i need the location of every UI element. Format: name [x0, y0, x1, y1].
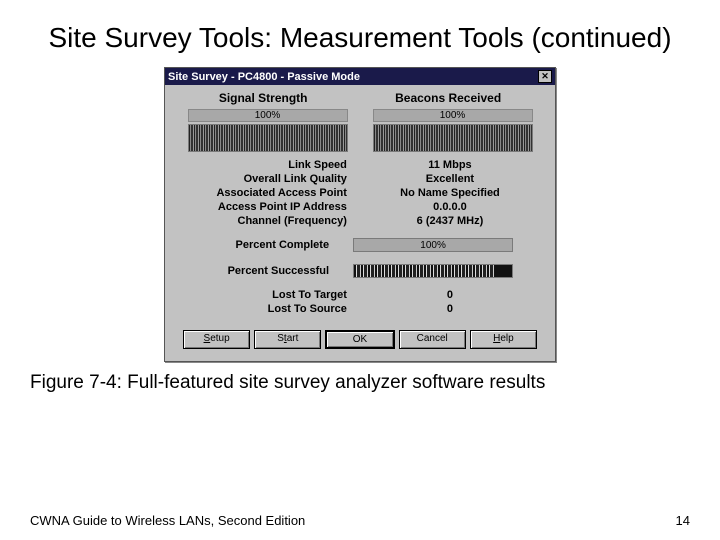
help-button[interactable]: Help	[470, 330, 537, 349]
link-speed-value: 11 Mbps	[367, 159, 533, 171]
lost-source-label: Lost To Source	[187, 303, 367, 315]
cancel-button[interactable]: Cancel	[399, 330, 466, 349]
close-icon[interactable]: ✕	[538, 70, 552, 83]
ap-ip-value: 0.0.0.0	[367, 201, 533, 213]
beacons-received-pct: 100%	[373, 109, 533, 122]
pct-success-label: Percent Successful	[187, 265, 353, 277]
beacons-received-bar	[373, 124, 533, 152]
button-row: Setup Start OK Cancel Help	[175, 324, 545, 355]
lost-target-value: 0	[367, 289, 533, 301]
help-button-rest: elp	[500, 333, 513, 344]
overall-quality-label: Overall Link Quality	[187, 173, 367, 185]
signal-strength-header: Signal Strength	[219, 91, 308, 105]
setup-button[interactable]: Setup	[183, 330, 250, 349]
stats-table: Link Speed 11 Mbps Overall Link Quality …	[175, 158, 545, 228]
channel-value: 6 (2437 MHz)	[367, 215, 533, 227]
lost-source-value: 0	[367, 303, 533, 315]
slide-footer: CWNA Guide to Wireless LANs, Second Edit…	[30, 513, 690, 528]
start-button-pre: S	[277, 333, 284, 344]
window-content: Signal Strength Beacons Received 100% 10…	[165, 85, 555, 361]
link-speed-label: Link Speed	[187, 159, 367, 171]
pct-complete-bar: 100%	[353, 238, 513, 252]
overall-quality-value: Excellent	[367, 173, 533, 185]
beacons-received-header: Beacons Received	[395, 91, 501, 105]
footer-page-number: 14	[676, 513, 690, 528]
slide-title: Site Survey Tools: Measurement Tools (co…	[0, 0, 720, 63]
ap-ip-label: Access Point IP Address	[187, 201, 367, 213]
pct-success-bar	[353, 264, 513, 278]
signal-strength-pct: 100%	[188, 109, 348, 122]
app-window: Site Survey - PC4800 - Passive Mode ✕ Si…	[164, 67, 556, 362]
figure-caption: Figure 7-4: Full-featured site survey an…	[0, 362, 720, 396]
pct-complete-label: Percent Complete	[187, 239, 353, 251]
titlebar: Site Survey - PC4800 - Passive Mode ✕	[165, 68, 555, 85]
window-title: Site Survey - PC4800 - Passive Mode	[168, 71, 360, 83]
start-button-rest: art	[287, 333, 299, 344]
lost-target-label: Lost To Target	[187, 289, 367, 301]
setup-button-rest: etup	[210, 333, 229, 344]
ok-button[interactable]: OK	[325, 330, 394, 349]
assoc-ap-value: No Name Specified	[367, 187, 533, 199]
footer-left: CWNA Guide to Wireless LANs, Second Edit…	[30, 513, 305, 528]
channel-label: Channel (Frequency)	[187, 215, 367, 227]
start-button[interactable]: Start	[254, 330, 321, 349]
signal-strength-bar	[188, 124, 348, 152]
assoc-ap-label: Associated Access Point	[187, 187, 367, 199]
